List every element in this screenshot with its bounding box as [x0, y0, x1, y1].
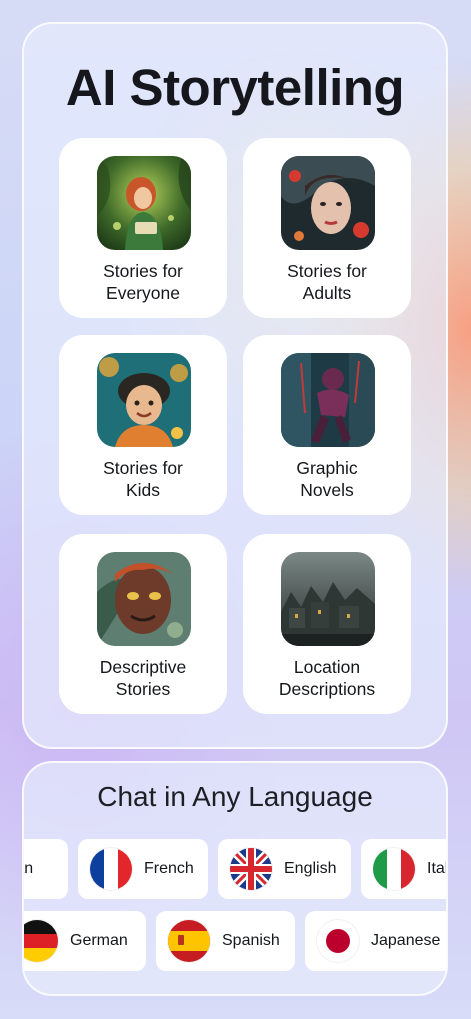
card-graphic-novels[interactable]: Graphic Novels [243, 335, 411, 515]
card-label: Stories for Adults [287, 261, 367, 303]
page-title: AI Storytelling [65, 59, 405, 116]
card-label: Stories for Kids [103, 458, 183, 500]
creature-face-icon [97, 552, 191, 646]
language-label: French [144, 860, 194, 877]
language-chip-norwegian[interactable]: egian [24, 839, 68, 899]
woman-portrait-icon [281, 156, 375, 250]
france-flag-icon [90, 848, 132, 890]
card-label: Descriptive Stories [99, 657, 187, 699]
germany-flag-icon [24, 920, 58, 962]
spain-flag-icon [168, 920, 210, 962]
language-chip-japanese[interactable]: Japanese [305, 911, 446, 971]
japan-flag-icon [317, 920, 359, 962]
languages-panel: Chat in Any Language egian French Englis… [22, 761, 448, 996]
card-descriptive-stories[interactable]: Descriptive Stories [59, 534, 227, 714]
card-label: Graphic Novels [296, 458, 358, 500]
card-location-descriptions[interactable]: Location Descriptions [243, 534, 411, 714]
language-chip-german[interactable]: German [24, 911, 146, 971]
language-label: German [70, 932, 128, 949]
card-stories-everyone[interactable]: Stories for Everyone [59, 138, 227, 318]
forest-reader-icon [97, 156, 191, 250]
storytelling-panel: AI Storytelling Stories for Everyone Sto… [22, 22, 448, 749]
italy-flag-icon [373, 848, 415, 890]
language-chip-english[interactable]: English [218, 839, 351, 899]
languages-title: Chat in Any Language [97, 781, 373, 812]
card-stories-kids[interactable]: Stories for Kids [59, 335, 227, 515]
uk-flag-icon [230, 848, 272, 890]
language-chip-spanish[interactable]: Spanish [156, 911, 295, 971]
comic-hero-icon [281, 353, 375, 447]
dark-village-icon [281, 552, 375, 646]
language-label: English [284, 860, 337, 877]
card-stories-adults[interactable]: Stories for Adults [243, 138, 411, 318]
language-chip-italian[interactable]: Ital [361, 839, 448, 899]
language-label: Ital [427, 860, 448, 877]
language-chip-french[interactable]: French [78, 839, 208, 899]
language-label: Japanese [371, 932, 441, 949]
card-label: Stories for Everyone [103, 261, 183, 303]
language-label: egian [24, 860, 34, 877]
card-label: Location Descriptions [278, 657, 376, 699]
language-label: Spanish [222, 932, 280, 949]
smiling-boy-icon [97, 353, 191, 447]
